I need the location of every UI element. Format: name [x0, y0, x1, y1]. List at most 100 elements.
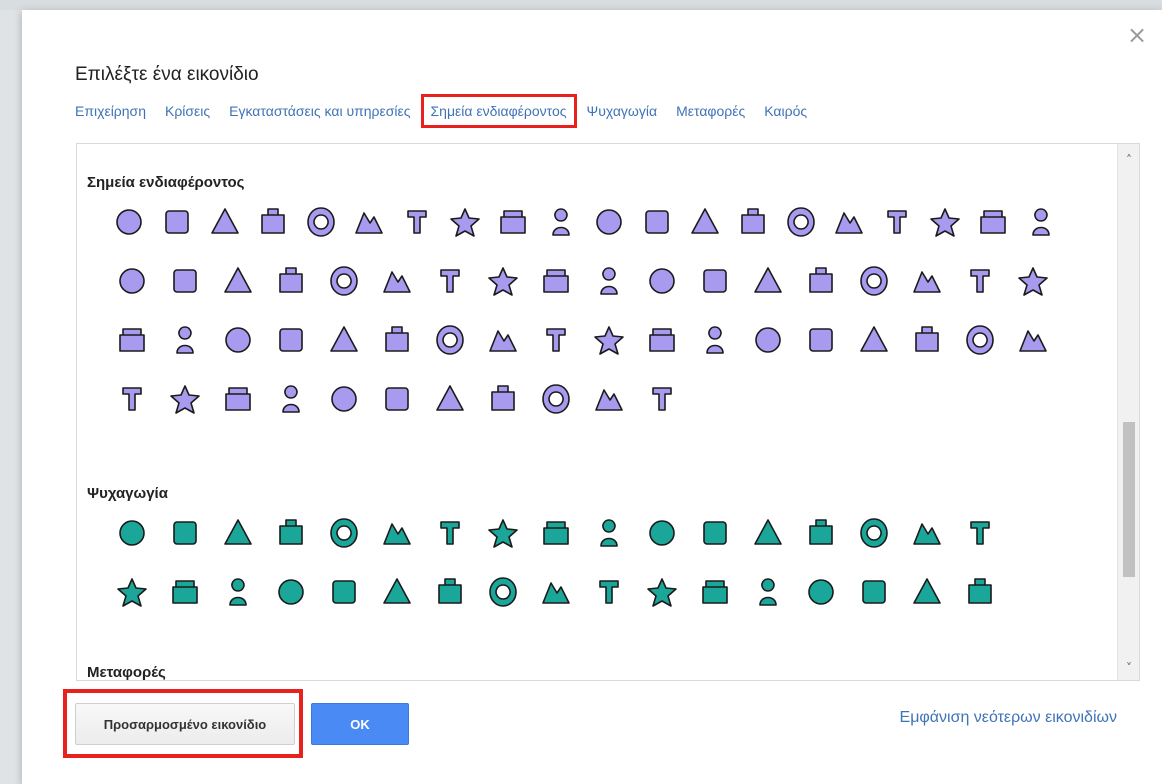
tab-1[interactable]: Κρίσεις: [165, 103, 210, 119]
search-magnifier-icon[interactable]: [423, 572, 476, 612]
bridge-icon[interactable]: [423, 261, 476, 301]
flag-icon[interactable]: [1017, 202, 1065, 242]
envelope-icon[interactable]: [317, 320, 370, 360]
running-icon[interactable]: [211, 572, 264, 612]
bowling-icon[interactable]: [264, 513, 317, 553]
swastika-icon[interactable]: [529, 320, 582, 360]
police-badge-icon[interactable]: [681, 202, 729, 242]
tab-2[interactable]: Εγκαταστάσεις και υπηρεσίες: [229, 103, 410, 119]
heart-hands-icon[interactable]: [105, 320, 158, 360]
potion-icon[interactable]: [264, 320, 317, 360]
snowflake-icon[interactable]: [476, 320, 529, 360]
skating-icon[interactable]: [900, 572, 953, 612]
shell-icon[interactable]: [582, 572, 635, 612]
binoculars-entertain-icon[interactable]: [476, 572, 529, 612]
racing-flag-icon[interactable]: [105, 572, 158, 612]
pinwheel-icon[interactable]: [635, 572, 688, 612]
golf-icon[interactable]: [529, 513, 582, 553]
graduation-cap-icon[interactable]: [582, 379, 635, 419]
paw-icon[interactable]: [249, 202, 297, 242]
tab-5[interactable]: Μεταφορές: [676, 103, 745, 119]
crescent-icon[interactable]: [847, 320, 900, 360]
bucket-icon[interactable]: [264, 261, 317, 301]
fish-entertain-icon[interactable]: [423, 513, 476, 553]
flower-burst-icon[interactable]: [688, 572, 741, 612]
sailboat-icon[interactable]: [158, 572, 211, 612]
scroll-thumb[interactable]: [1123, 422, 1135, 577]
piano-icon[interactable]: [953, 261, 1006, 301]
skiing-icon[interactable]: [741, 572, 794, 612]
tree-entertain-icon[interactable]: [847, 513, 900, 553]
wheel-icon[interactable]: [582, 320, 635, 360]
monument-icon[interactable]: [211, 261, 264, 301]
swing-icon[interactable]: [158, 320, 211, 360]
waves-icon[interactable]: [264, 572, 317, 612]
close-icon[interactable]: ×: [1126, 23, 1148, 47]
om-icon[interactable]: [794, 320, 847, 360]
swim-wave-icon[interactable]: [741, 513, 794, 553]
scroll-down-icon[interactable]: ˅: [1118, 658, 1139, 678]
football-icon[interactable]: [476, 513, 529, 553]
house-icon[interactable]: [969, 202, 1017, 242]
swimmer-icon[interactable]: [370, 572, 423, 612]
radio-icon[interactable]: [529, 379, 582, 419]
horse-icon[interactable]: [688, 513, 741, 553]
tab-6[interactable]: Καιρός: [764, 103, 807, 119]
temple-icon[interactable]: [741, 320, 794, 360]
snowflake-entertain-icon[interactable]: [953, 572, 1006, 612]
binoculars-icon[interactable]: [741, 261, 794, 301]
praying-icon[interactable]: [1006, 320, 1059, 360]
couple-icon[interactable]: [211, 379, 264, 419]
fence-icon[interactable]: [370, 320, 423, 360]
dice-icon[interactable]: [393, 202, 441, 242]
snowboard-icon[interactable]: [794, 572, 847, 612]
palette-icon[interactable]: [201, 202, 249, 242]
hammer-icon[interactable]: [585, 202, 633, 242]
tab-4[interactable]: Ψυχαγωγία: [587, 103, 658, 119]
tab-3[interactable]: Σημεία ενδιαφέροντος: [420, 94, 577, 128]
custom-icon-button[interactable]: Προσαρμοσμένο εικονίδιο: [75, 703, 295, 745]
blocks-icon[interactable]: [529, 261, 582, 301]
car-icon[interactable]: [211, 320, 264, 360]
ambulance-icon[interactable]: [317, 261, 370, 301]
icon-scroll-panel[interactable]: Σημεία ενδιαφέροντος Ψυχαγωγία Μεταφορές…: [76, 143, 1140, 681]
peace-icon[interactable]: [158, 379, 211, 419]
tent-icon[interactable]: [264, 379, 317, 419]
picnic-icon[interactable]: [900, 513, 953, 553]
parasol-icon[interactable]: [211, 513, 264, 553]
sledding-icon[interactable]: [847, 572, 900, 612]
chat-icon[interactable]: [777, 202, 825, 242]
factory-icon[interactable]: [825, 202, 873, 242]
eiffel-icon[interactable]: [476, 379, 529, 419]
beam-icon[interactable]: [476, 261, 529, 301]
mountain-icon[interactable]: [794, 513, 847, 553]
tab-0[interactable]: Επιχείρηση: [75, 103, 146, 119]
forest-icon[interactable]: [441, 202, 489, 242]
gateway-icon[interactable]: [582, 261, 635, 301]
stupa-icon[interactable]: [370, 379, 423, 419]
flower-icon[interactable]: [921, 202, 969, 242]
fountain-icon[interactable]: [873, 202, 921, 242]
star-of-david-icon[interactable]: [953, 320, 1006, 360]
hiking-icon[interactable]: [582, 513, 635, 553]
cross-icon[interactable]: [370, 261, 423, 301]
book-icon[interactable]: [635, 261, 688, 301]
castle-icon[interactable]: [158, 261, 211, 301]
burst-icon[interactable]: [423, 320, 476, 360]
cricket-icon[interactable]: [370, 513, 423, 553]
gate-icon[interactable]: [345, 202, 393, 242]
torii-icon[interactable]: [105, 379, 158, 419]
leaf-icon[interactable]: [105, 261, 158, 301]
ok-button[interactable]: OK: [311, 703, 409, 745]
vertical-scrollbar[interactable]: ˄ ˅: [1117, 144, 1139, 680]
circle-rock-icon[interactable]: [729, 202, 777, 242]
show-newer-icons-link[interactable]: Εμφάνιση νεότερων εικονιδίων: [900, 709, 1117, 727]
pyramid-icon[interactable]: [317, 379, 370, 419]
tennis-icon[interactable]: [105, 513, 158, 553]
ant-icon[interactable]: [105, 202, 153, 242]
barn-icon[interactable]: [297, 202, 345, 242]
music-icon[interactable]: [1006, 261, 1059, 301]
rowing-icon[interactable]: [317, 513, 370, 553]
basketball-icon[interactable]: [158, 513, 211, 553]
scroll-up-icon[interactable]: ˄: [1118, 150, 1139, 170]
